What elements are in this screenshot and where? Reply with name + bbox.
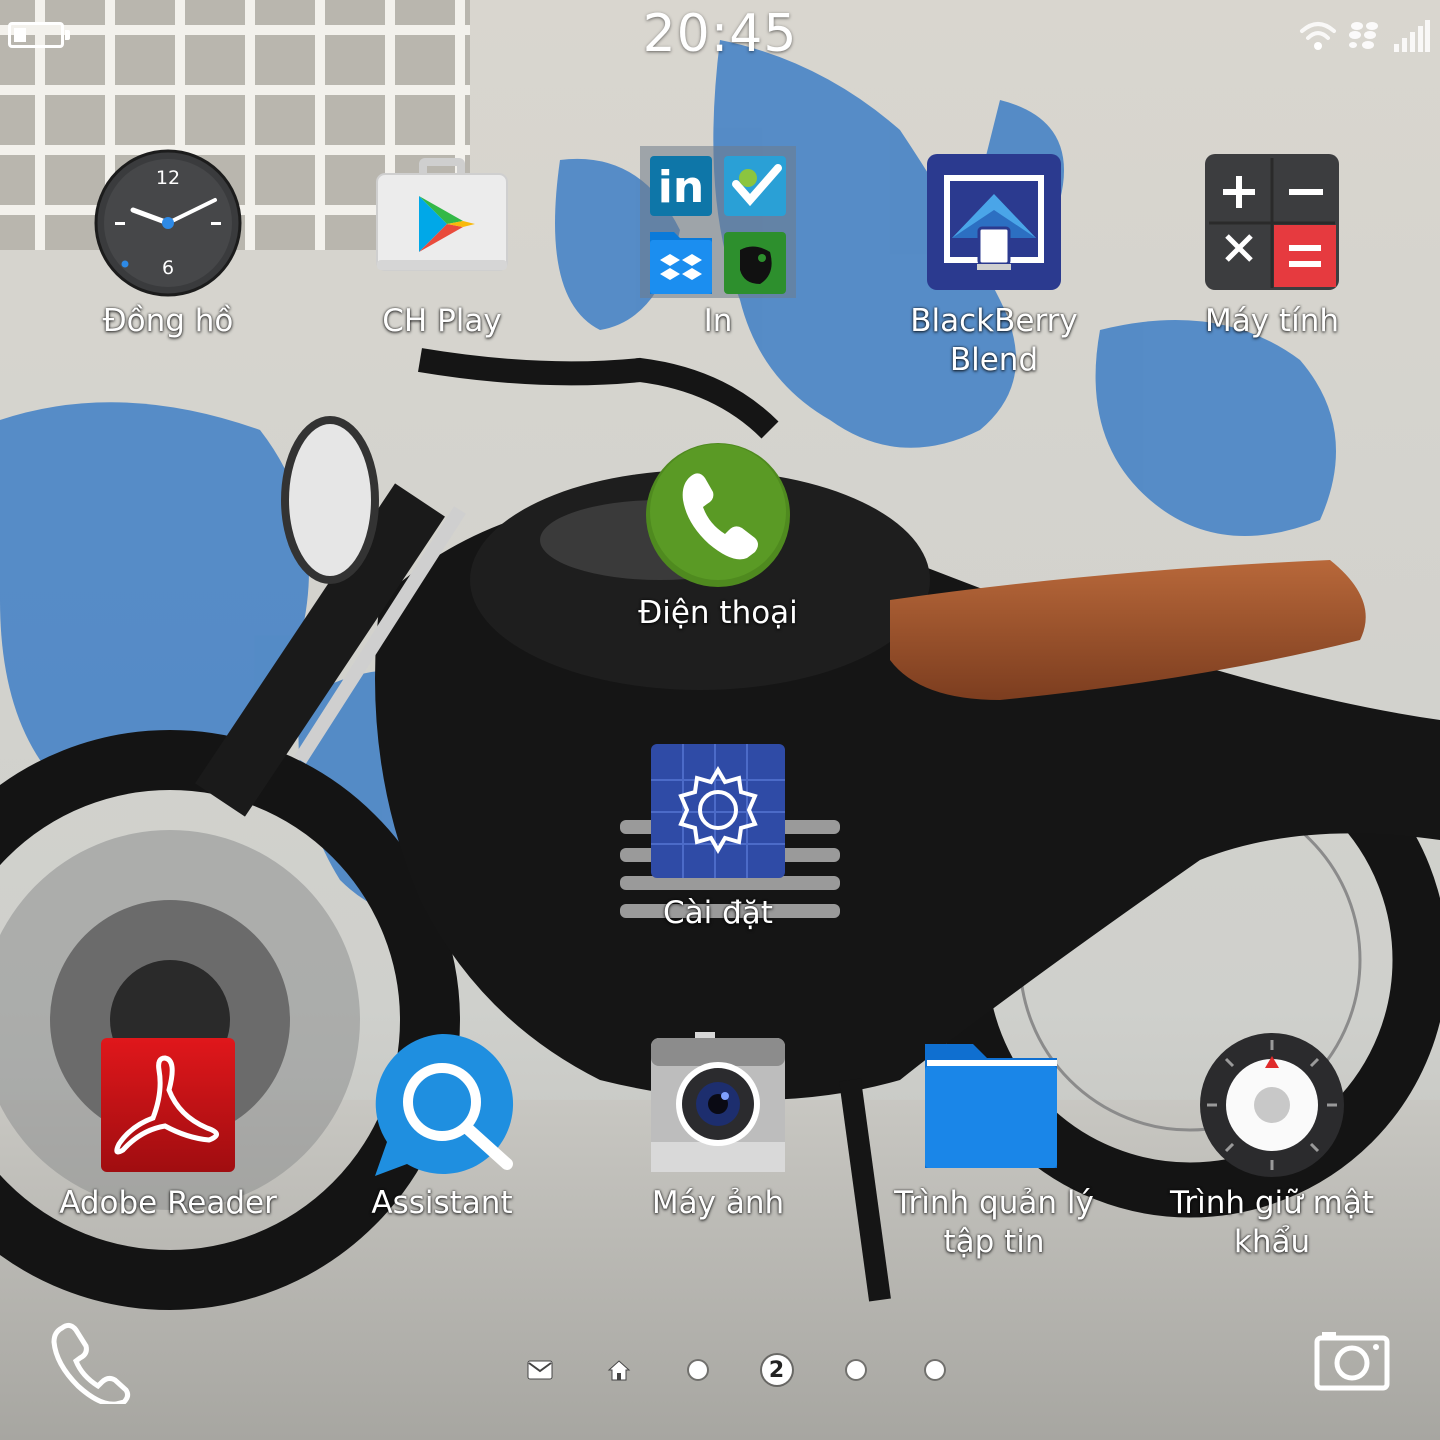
app-label: Đồng hồ [102, 303, 234, 339]
assistant-icon [375, 1033, 514, 1176]
folder-icon [925, 1044, 1057, 1168]
app-adobe-reader[interactable]: Adobe Reader [48, 1030, 288, 1223]
page-dot-4[interactable] [895, 1350, 974, 1390]
clock-icon: 12 6 [94, 149, 242, 297]
phone-shortcut-icon[interactable] [48, 1320, 132, 1404]
page-indicator: 2 [500, 1350, 974, 1390]
page-dot-3[interactable] [816, 1350, 895, 1390]
app-label: Điện thoại [638, 595, 798, 631]
app-folder-in[interactable]: in In [598, 146, 838, 341]
play-store-icon [376, 158, 508, 271]
folder-icon: in [640, 146, 796, 298]
app-file-manager[interactable]: Trình quản lý tập tin [874, 1030, 1114, 1262]
page-dot-current[interactable]: 2 [737, 1350, 816, 1390]
blackberry-icon [1349, 22, 1378, 49]
app-label: Máy ảnh [651, 1185, 785, 1221]
app-label: Cài đặt [663, 895, 773, 931]
signal-icon [1394, 20, 1430, 52]
app-label: BlackBerry Blend [910, 303, 1078, 378]
hub-indicator[interactable] [500, 1350, 579, 1390]
app-label: Trình giữ mật khẩu [1169, 1185, 1375, 1260]
svg-text:in: in [658, 162, 704, 213]
gear-icon [651, 744, 785, 878]
clock-number-12: 12 [156, 167, 180, 189]
current-page-number: 2 [761, 1355, 792, 1385]
app-label: Máy tính [1204, 303, 1339, 339]
app-phone[interactable]: Điện thoại [598, 440, 838, 633]
app-label: Adobe Reader [59, 1185, 277, 1221]
app-clock[interactable]: 12 6 Đồng hồ [48, 148, 288, 341]
camera-shortcut-icon[interactable] [1314, 1330, 1390, 1392]
password-keeper-icon [1200, 1033, 1344, 1177]
app-blackberry-blend[interactable]: BlackBerry Blend [874, 148, 1114, 380]
status-icons [1298, 18, 1430, 52]
camera-icon [651, 1032, 785, 1172]
app-password-keeper[interactable]: Trình giữ mật khẩu [1152, 1030, 1392, 1262]
hub-icon [527, 1360, 552, 1380]
clock-number-6: 6 [162, 257, 174, 279]
app-play-store[interactable]: CH Play [322, 148, 562, 341]
app-label: Assistant [371, 1185, 513, 1221]
page-dot-1[interactable] [658, 1350, 737, 1390]
wifi-icon [1300, 22, 1336, 50]
dock: 2 [0, 1310, 1440, 1430]
app-settings[interactable]: Cài đặt [598, 740, 838, 933]
phone-icon [646, 443, 790, 587]
app-assistant[interactable]: Assistant [322, 1030, 562, 1223]
app-camera[interactable]: Máy ảnh [598, 1030, 838, 1223]
status-bar: 20:45 [0, 0, 1440, 80]
home-icon [607, 1360, 630, 1381]
status-time: 20:45 [642, 4, 798, 64]
app-label: CH Play [382, 303, 502, 339]
blend-icon [927, 154, 1061, 290]
calculator-icon [1205, 154, 1339, 290]
home-indicator[interactable] [579, 1350, 658, 1390]
app-calculator[interactable]: Máy tính [1152, 148, 1392, 341]
adobe-reader-icon [101, 1038, 235, 1172]
app-label: In [703, 303, 733, 339]
app-label: Trình quản lý tập tin [894, 1185, 1094, 1260]
